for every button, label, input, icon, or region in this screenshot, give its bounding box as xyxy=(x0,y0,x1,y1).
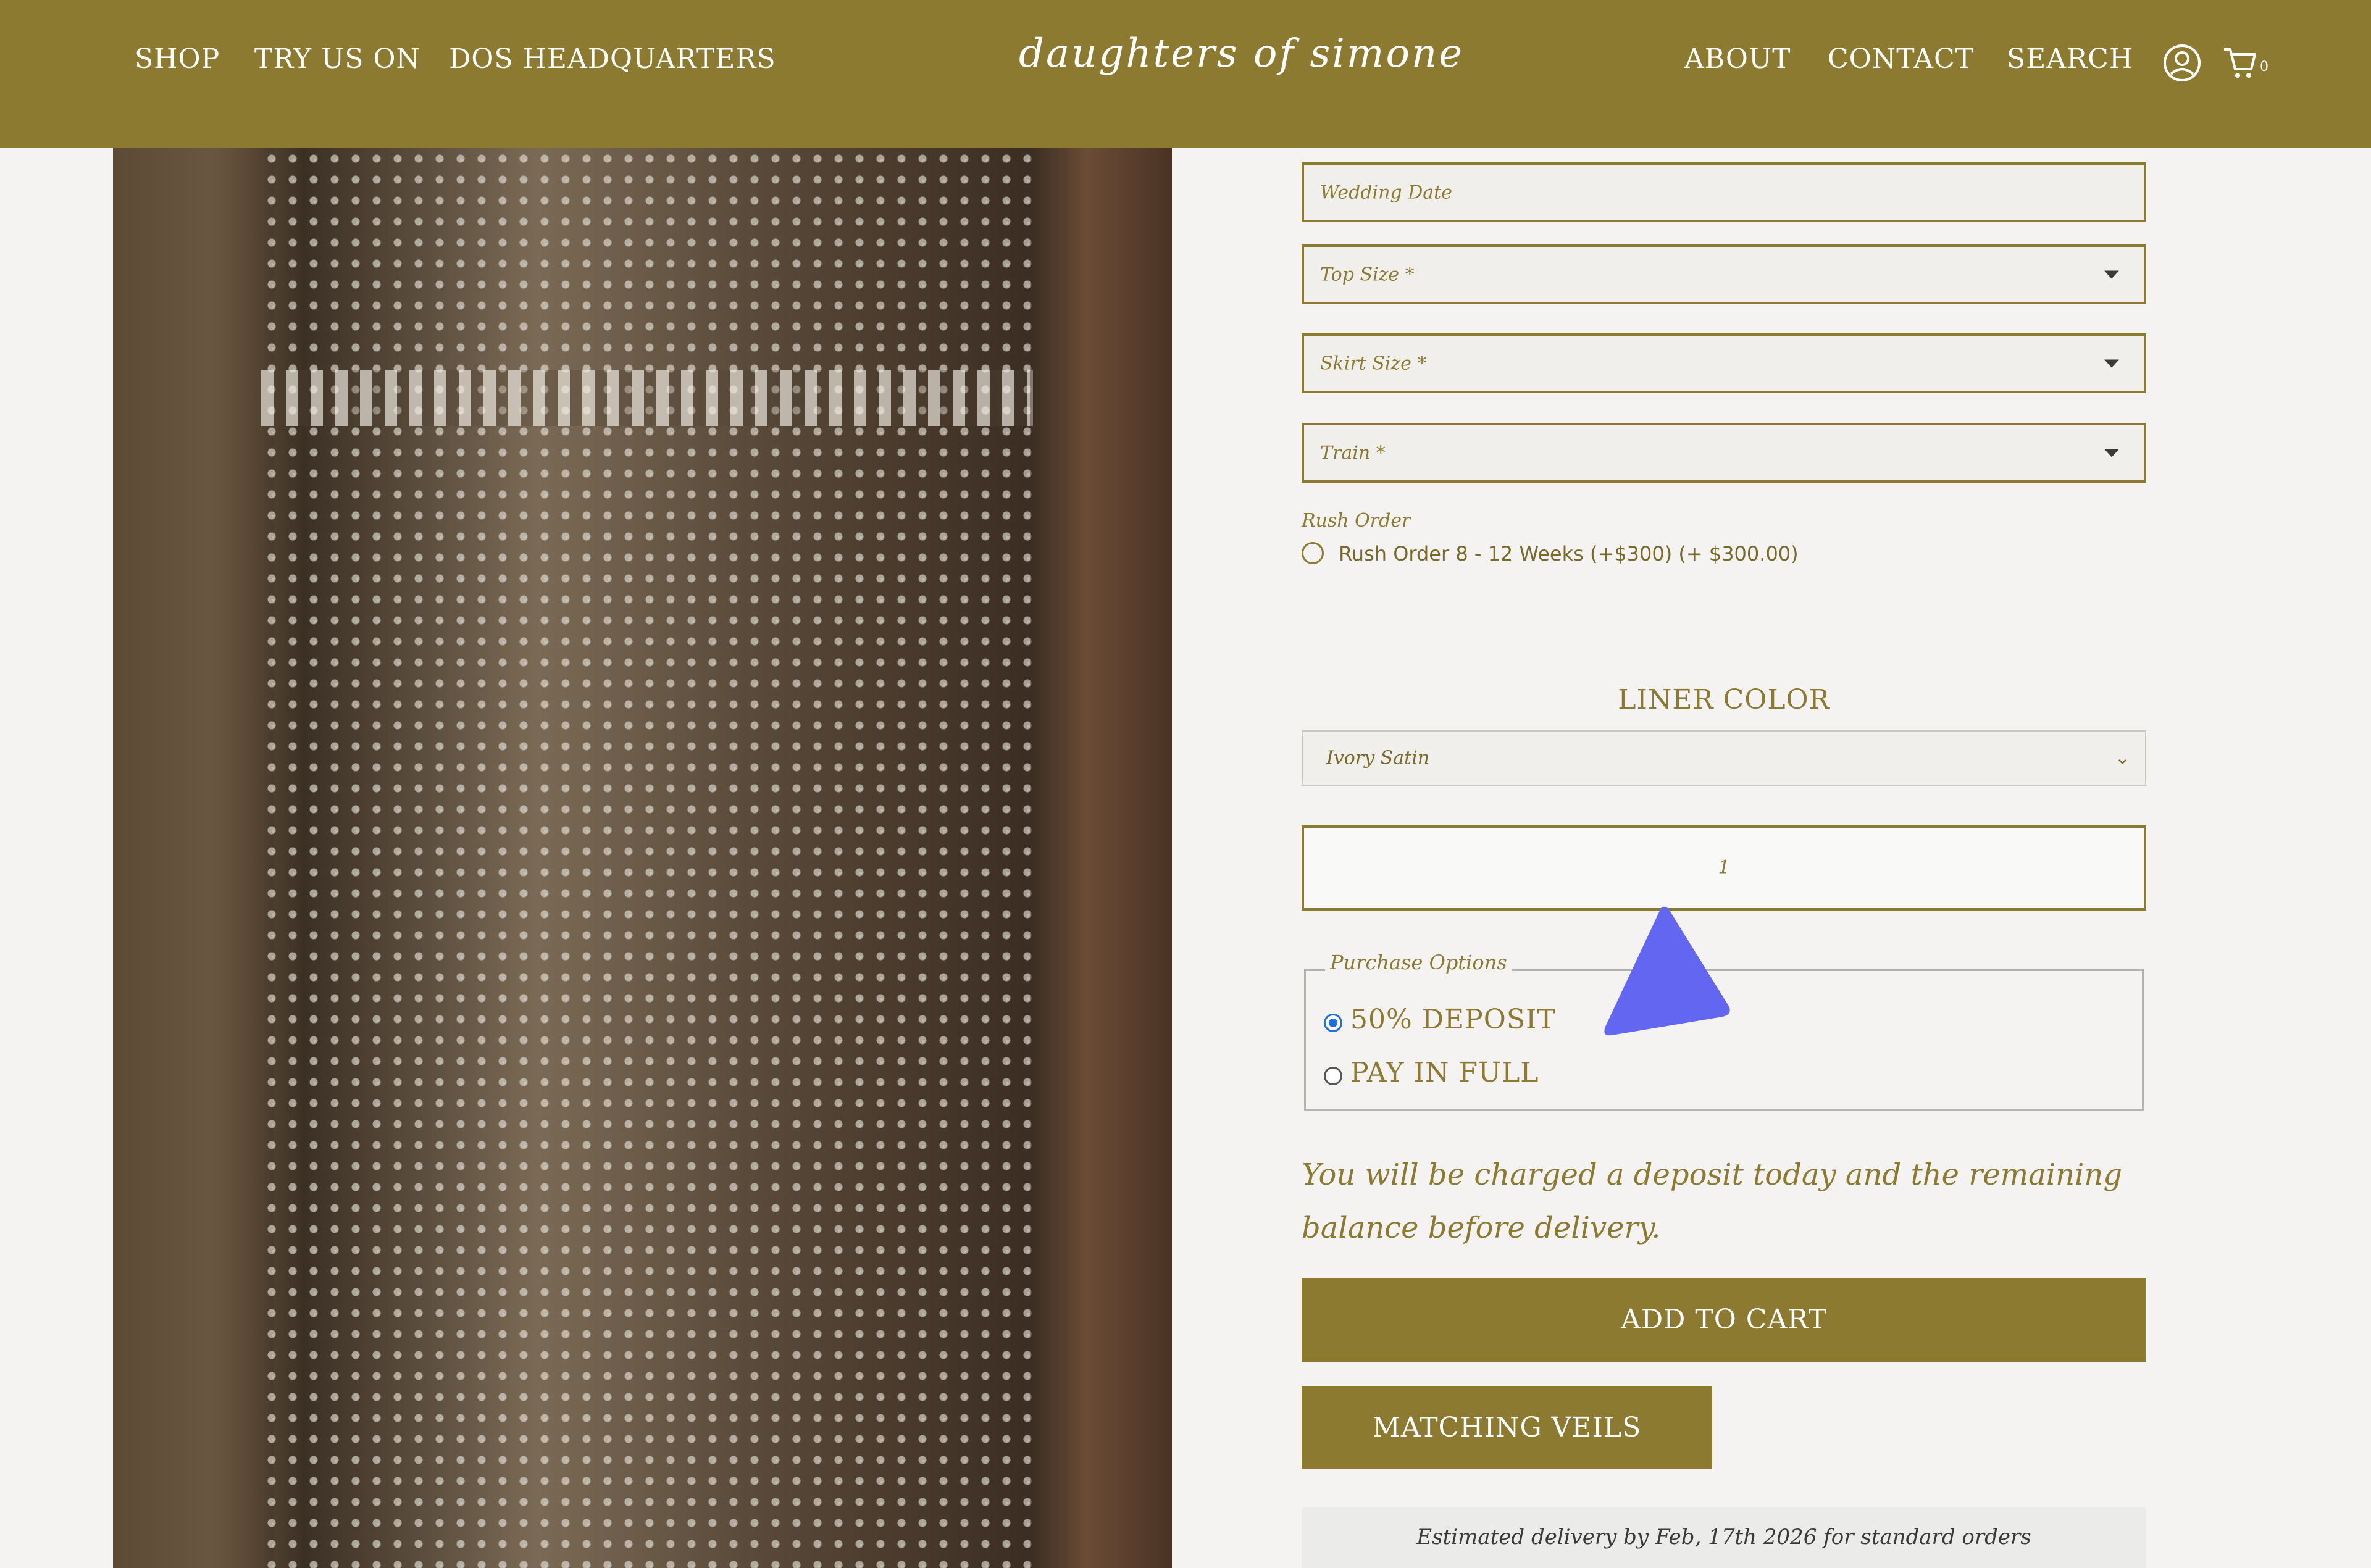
deposit-note: You will be charged a deposit today and … xyxy=(1302,1157,2123,1245)
photo-arm-right xyxy=(1030,148,1172,1568)
nav-shop[interactable]: SHOP xyxy=(135,43,220,75)
wedding-date-input[interactable]: Wedding Date xyxy=(1302,162,2146,222)
matching-veils-button[interactable]: MATCHING VEILS xyxy=(1302,1386,1712,1469)
rush-order-label: Rush Order xyxy=(1302,510,1411,532)
chevron-down-icon: ⌄ xyxy=(2114,747,2130,769)
caret-down-icon xyxy=(2104,270,2119,278)
deposit-radio[interactable] xyxy=(1324,1014,1342,1032)
rush-order-option-text[interactable]: Rush Order 8 - 12 Weeks (+$300) (+ $300.… xyxy=(1339,542,1799,565)
nav-search[interactable]: SEARCH xyxy=(2007,43,2133,75)
pay-in-full-option-label[interactable]: PAY IN FULL xyxy=(1350,1057,1539,1088)
site-header: SHOP TRY US ON DOS HEADQUARTERS daughter… xyxy=(0,0,2371,148)
nav-dos-headquarters[interactable]: DOS HEADQUARTERS xyxy=(449,43,776,75)
photo-lace-dress xyxy=(261,148,1033,1568)
train-placeholder: Train * xyxy=(1320,442,1386,464)
quantity-input[interactable]: 1 xyxy=(1302,825,2146,911)
caret-down-icon xyxy=(2104,359,2119,367)
delivery-estimate: Estimated delivery by Feb, 17th 2026 for… xyxy=(1302,1507,2146,1568)
nav-about[interactable]: ABOUT xyxy=(1684,43,1791,75)
brand-logo[interactable]: daughters of simone xyxy=(1019,31,1464,77)
liner-color-select[interactable]: Ivory Satin ⌄ xyxy=(1302,730,2146,786)
liner-color-value: Ivory Satin xyxy=(1326,747,1430,769)
photo-lace-waistband xyxy=(261,370,1033,426)
top-size-placeholder: Top Size * xyxy=(1320,264,1415,285)
rush-order-radio[interactable] xyxy=(1302,542,1324,564)
cart-count-badge: 0 xyxy=(2260,59,2269,75)
product-photo xyxy=(113,148,1172,1568)
skirt-size-select[interactable]: Skirt Size * xyxy=(1302,333,2146,393)
deposit-option-label[interactable]: 50% DEPOSIT xyxy=(1350,1004,1556,1035)
wedding-date-placeholder: Wedding Date xyxy=(1320,181,1452,203)
nav-try-us-on[interactable]: TRY US ON xyxy=(254,43,420,75)
liner-color-title: LINER COLOR xyxy=(1618,684,1830,715)
nav-contact[interactable]: CONTACT xyxy=(1828,43,1974,75)
top-size-select[interactable]: Top Size * xyxy=(1302,244,2146,304)
shopping-cart-icon[interactable] xyxy=(2222,44,2259,84)
pay-in-full-radio[interactable] xyxy=(1324,1067,1342,1085)
pointer-cursor-icon xyxy=(1593,904,1741,1049)
photo-arm-left xyxy=(113,148,274,1568)
caret-down-icon xyxy=(2104,449,2119,457)
skirt-size-placeholder: Skirt Size * xyxy=(1320,352,1427,374)
train-select[interactable]: Train * xyxy=(1302,423,2146,483)
add-to-cart-button[interactable]: ADD TO CART xyxy=(1302,1278,2146,1362)
user-circle-icon[interactable] xyxy=(2162,43,2202,85)
purchase-options-legend: Purchase Options xyxy=(1325,951,1512,974)
